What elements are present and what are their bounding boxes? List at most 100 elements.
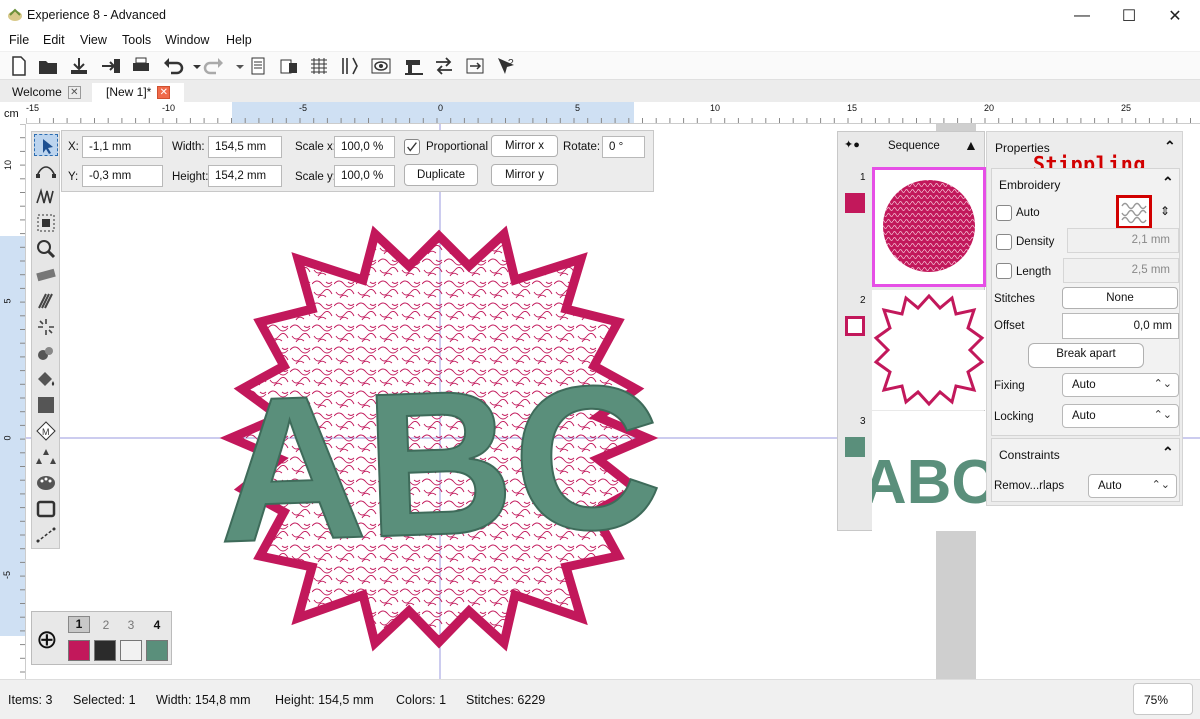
tab-new-1[interactable]: [New 1]* ✕: [92, 83, 184, 102]
help-pointer-icon[interactable]: ?: [495, 55, 517, 77]
menu-edit[interactable]: Edit: [43, 33, 65, 47]
color-slot-number[interactable]: 4: [149, 618, 165, 632]
mirror-x-button[interactable]: Mirror x: [491, 135, 558, 157]
hoop-tool-icon[interactable]: [34, 498, 58, 520]
undo-dropdown-icon[interactable]: [186, 55, 201, 77]
paint-bucket-tool-icon[interactable]: [34, 368, 58, 390]
remove-overlaps-label: Remov...rlaps: [994, 480, 1065, 492]
node-edit-tool-icon[interactable]: [34, 160, 58, 182]
collapse-properties-icon[interactable]: ⌃: [1164, 138, 1176, 155]
ruler-label: 10: [3, 159, 14, 171]
ruler-label: 5: [575, 103, 581, 113]
save-icon[interactable]: [68, 55, 90, 77]
redo-dropdown-icon[interactable]: [229, 55, 244, 77]
document-tabs: Welcome ✕ [New 1]* ✕: [0, 80, 1200, 102]
y-position-input[interactable]: -0,3 mm: [82, 165, 163, 187]
ruler-label: -15: [26, 103, 40, 113]
undo-icon[interactable]: [162, 55, 184, 77]
length-checkbox[interactable]: [996, 263, 1012, 279]
open-folder-icon[interactable]: [37, 55, 59, 77]
fixing-select[interactable]: Auto ⌃⌄: [1062, 373, 1179, 397]
add-color-icon[interactable]: ⊕: [36, 626, 58, 652]
run-stitch-tool-icon[interactable]: [34, 524, 58, 546]
maximize-button[interactable]: ☐: [1106, 0, 1152, 31]
close-tab-icon[interactable]: ✕: [67, 86, 81, 100]
minimize-button[interactable]: —: [1059, 0, 1105, 31]
type-stepper-icon[interactable]: ⇕: [1160, 204, 1170, 218]
stitch-tool-icon[interactable]: [34, 186, 58, 208]
auto-checkbox[interactable]: [996, 205, 1012, 221]
proportional-checkbox[interactable]: [404, 139, 420, 155]
select-tool-icon[interactable]: [34, 134, 58, 156]
color-slot-number[interactable]: 1: [68, 616, 90, 633]
ruler-label: 10: [710, 103, 721, 113]
thread-swatch[interactable]: [68, 640, 90, 661]
density-input[interactable]: 2,1 mm: [1067, 228, 1179, 253]
width-input[interactable]: 154,5 mm: [208, 136, 282, 158]
thread-scissors-icon[interactable]: [339, 55, 361, 77]
close-tab-icon[interactable]: ✕: [157, 86, 171, 100]
ruler-label: 15: [847, 103, 858, 113]
duplicate-button[interactable]: Duplicate: [404, 164, 478, 186]
locking-select[interactable]: Auto ⌃⌄: [1062, 404, 1179, 428]
rotate-input[interactable]: 0 °: [602, 136, 645, 158]
sequence-options-icon[interactable]: ✦●: [844, 138, 860, 151]
thread-swatch[interactable]: [94, 640, 116, 661]
zoom-tool-icon[interactable]: [34, 238, 58, 260]
mirror-y-button[interactable]: Mirror y: [491, 164, 558, 186]
transfer-icon[interactable]: [433, 55, 455, 77]
close-button[interactable]: ✕: [1152, 0, 1198, 31]
properties-sheet-icon[interactable]: [246, 55, 268, 77]
satin-tool-icon[interactable]: [34, 290, 58, 312]
break-apart-button[interactable]: Break apart: [1028, 343, 1144, 368]
collapse-constraints-icon[interactable]: ⌃: [1162, 444, 1174, 461]
shapes-tool-icon[interactable]: [34, 446, 58, 468]
density-checkbox[interactable]: [996, 234, 1012, 250]
menu-tools[interactable]: Tools: [122, 33, 151, 47]
scale-x-input[interactable]: 100,0 %: [334, 136, 395, 158]
color-palette-tool-icon[interactable]: [34, 472, 58, 494]
height-input[interactable]: 154,2 mm: [208, 165, 282, 187]
pattern-fill-tool-icon[interactable]: [34, 212, 58, 234]
menu-window[interactable]: Window: [165, 33, 209, 47]
select-arrows-icon: ⌃⌄: [1151, 479, 1170, 491]
scale-y-input[interactable]: 100,0 %: [334, 165, 395, 187]
export-icon[interactable]: [100, 55, 122, 77]
rectangle-tool-icon[interactable]: [34, 394, 58, 416]
stitches-button[interactable]: None: [1062, 287, 1178, 309]
scale-y-label: Scale y:: [295, 171, 336, 183]
monogram-tool-icon[interactable]: M: [34, 420, 58, 442]
color-slot-number[interactable]: 2: [98, 618, 114, 632]
tab-welcome[interactable]: Welcome ✕: [12, 83, 81, 102]
sequence-item-3[interactable]: 3 ABC: [840, 411, 996, 531]
offset-input[interactable]: 0,0 mm: [1062, 313, 1179, 339]
sparkle-tool-icon[interactable]: [34, 316, 58, 338]
collapse-embroidery-icon[interactable]: ⌃: [1162, 174, 1174, 191]
remove-overlaps-value: Auto: [1098, 480, 1122, 492]
sewing-machine-icon[interactable]: [403, 55, 425, 77]
collapse-sequence-icon[interactable]: ▲: [964, 137, 978, 153]
machine-sync-icon[interactable]: [464, 55, 486, 77]
stipple-type-button[interactable]: [1116, 195, 1152, 229]
sequence-item-1[interactable]: 1: [840, 167, 986, 287]
abc-lettering[interactable]: ABC: [212, 340, 666, 586]
print-icon[interactable]: [130, 55, 152, 77]
remove-overlaps-select[interactable]: Auto ⌃⌄: [1088, 474, 1177, 498]
thread-swatch[interactable]: [120, 640, 142, 661]
sequence-item-2[interactable]: 2: [840, 290, 986, 410]
eye-preview-icon[interactable]: [370, 55, 392, 77]
clipboard-icon[interactable]: [278, 55, 300, 77]
x-position-input[interactable]: -1,1 mm: [82, 136, 163, 158]
appliqué-tool-icon[interactable]: [34, 342, 58, 364]
length-input[interactable]: 2,5 mm: [1063, 258, 1179, 283]
menu-view[interactable]: View: [80, 33, 107, 47]
menu-file[interactable]: File: [9, 33, 29, 47]
menu-help[interactable]: Help: [226, 33, 252, 47]
color-slot-number[interactable]: 3: [123, 618, 139, 632]
measure-tool-icon[interactable]: [34, 264, 58, 286]
new-file-icon[interactable]: [8, 55, 30, 77]
grid-icon[interactable]: [308, 55, 330, 77]
thread-swatch[interactable]: [146, 640, 168, 661]
zoom-level[interactable]: 75%: [1133, 683, 1193, 715]
redo-icon[interactable]: [203, 55, 225, 77]
